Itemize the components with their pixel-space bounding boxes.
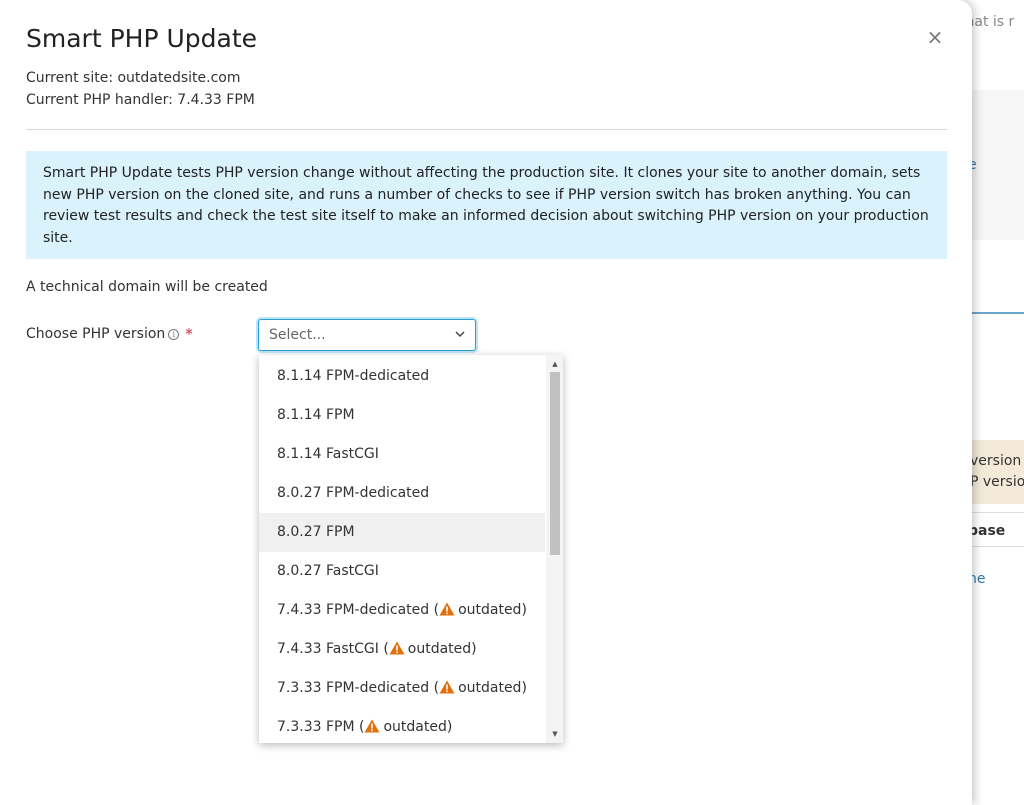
scroll-down-icon[interactable]: ▼ (550, 729, 560, 739)
chevron-down-icon (455, 331, 465, 338)
warning-icon (389, 641, 405, 655)
dropdown-option[interactable]: 7.4.33 FPM-dedicated (outdated) (259, 591, 545, 630)
dropdown-option[interactable]: 7.3.33 FPM (outdated) (259, 708, 545, 743)
required-mark: * (185, 325, 193, 343)
smart-php-update-dialog: Smart PHP Update × Current site: outdate… (0, 0, 972, 805)
dropdown-option[interactable]: 8.1.14 FPM-dedicated (259, 357, 545, 396)
dropdown-option[interactable]: 7.4.33 FastCGI (outdated) (259, 630, 545, 669)
php-version-label: Choose PHP version i * (26, 325, 193, 343)
php-version-label-text: Choose PHP version (26, 326, 166, 342)
info-icon[interactable]: i (168, 328, 180, 340)
select-placeholder: Select... (269, 327, 326, 343)
dropdown-option[interactable]: 7.3.33 FPM-dedicated (outdated) (259, 669, 545, 708)
dialog-title: Smart PHP Update (26, 24, 258, 53)
header-divider (26, 129, 947, 130)
background-column-header: base (968, 523, 1006, 539)
dropdown-option[interactable]: 8.1.14 FPM (259, 396, 545, 435)
info-message: Smart PHP Update tests PHP version chang… (26, 151, 947, 259)
background-text: version (970, 453, 1022, 469)
scrollbar-thumb[interactable] (550, 372, 560, 555)
dropdown-scrollbar[interactable]: ▲ ▼ (546, 355, 563, 743)
background-text: P version (970, 474, 1024, 490)
dropdown-option[interactable]: 8.0.27 FastCGI (259, 552, 545, 591)
warning-icon (439, 602, 455, 616)
dropdown-option[interactable]: 8.0.27 FPM-dedicated (259, 474, 545, 513)
current-handler-text: Current PHP handler: 7.4.33 FPM (26, 92, 255, 108)
warning-icon (364, 719, 380, 733)
close-icon[interactable]: × (924, 26, 946, 48)
dropdown-option-highlighted[interactable]: 8.0.27 FPM (259, 513, 545, 552)
scroll-up-icon[interactable]: ▲ (550, 359, 560, 369)
php-version-select[interactable]: Select... (258, 319, 476, 351)
technical-domain-note: A technical domain will be created (26, 279, 268, 295)
php-version-dropdown: 8.1.14 FPM-dedicated 8.1.14 FPM 8.1.14 F… (259, 355, 563, 743)
current-site-text: Current site: outdatedsite.com (26, 70, 241, 86)
dropdown-option[interactable]: 8.1.14 FastCGI (259, 435, 545, 474)
info-message-text: Smart PHP Update tests PHP version chang… (43, 165, 929, 246)
warning-icon (439, 680, 455, 694)
